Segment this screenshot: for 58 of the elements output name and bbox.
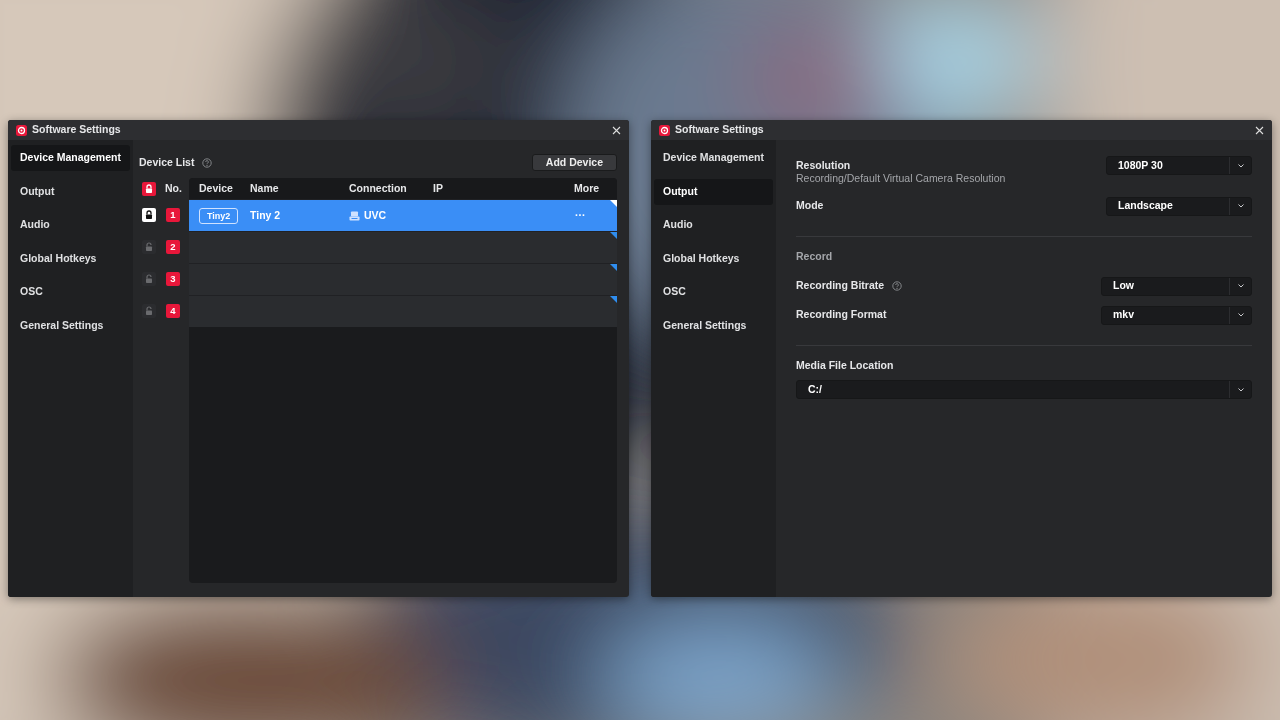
device-tag: Tiny2: [199, 207, 239, 224]
chevron-down-icon: [1236, 283, 1245, 289]
chevron-down-icon: [1236, 386, 1245, 393]
section-heading: Record: [796, 248, 834, 264]
number-badge: 3: [166, 272, 180, 286]
dropdown[interactable]: mkv: [1101, 305, 1252, 325]
chevron-down-icon: [1236, 162, 1245, 169]
section-title: Device List: [139, 154, 195, 170]
setting-label: Resolution: [796, 157, 851, 173]
chevron-down-icon: [1236, 312, 1245, 318]
close-icon[interactable]: [612, 125, 621, 135]
lock-icon[interactable]: [142, 181, 156, 196]
dropdown[interactable]: Low: [1101, 276, 1252, 296]
sidebar-item[interactable]: Device Management: [11, 145, 130, 171]
column-header: More: [574, 180, 601, 196]
window-title: Software Settings: [32, 122, 122, 138]
column-header: Device: [199, 180, 234, 196]
logo-icon: [16, 124, 27, 136]
sidebar-item[interactable]: Global Hotkeys: [11, 245, 130, 272]
corner-marker: [610, 296, 617, 303]
table-cell: Tiny 2: [250, 208, 281, 221]
window-title: Software Settings: [675, 122, 765, 138]
sidebar-item[interactable]: OSC: [654, 279, 773, 305]
setting-label: Recording Bitrate: [796, 278, 885, 294]
number-badge: 4: [166, 304, 180, 318]
sidebar-item[interactable]: General Settings: [11, 312, 130, 339]
column-header: Connection: [349, 180, 408, 196]
add-device-button[interactable]: Add Device: [531, 154, 617, 171]
sidebar-item[interactable]: Output: [11, 178, 130, 205]
corner-marker: [610, 264, 617, 271]
dropdown[interactable]: Landscape: [1106, 196, 1252, 216]
table-cell-text: UVC: [364, 207, 387, 223]
dropdown[interactable]: C:/: [796, 380, 1252, 400]
chevron-down-icon: [1236, 203, 1245, 210]
corner-marker: [610, 232, 617, 239]
sidebar-item[interactable]: Global Hotkeys: [654, 245, 773, 272]
setting-label: Mode: [796, 198, 824, 214]
column-header: No.: [165, 180, 182, 196]
lock-icon[interactable]: [142, 208, 156, 222]
number-badge: 2: [166, 240, 180, 254]
corner-marker: [610, 200, 617, 207]
sidebar-item[interactable]: Device Management: [654, 145, 773, 171]
number-badge: 1: [166, 208, 180, 222]
sidebar-item[interactable]: Audio: [654, 212, 773, 238]
sidebar-item[interactable]: Audio: [11, 212, 130, 238]
setting-label: Media File Location: [796, 357, 895, 373]
sidebar-item[interactable]: General Settings: [654, 312, 773, 339]
close-icon[interactable]: [1255, 125, 1264, 135]
setting-description: Recording/Default Virtual Camera Resolution: [796, 171, 1006, 186]
column-header: Name: [250, 180, 280, 196]
logo-icon: [659, 124, 670, 136]
setting-label: Recording Format: [796, 307, 887, 323]
dropdown[interactable]: 1080P 30: [1106, 156, 1252, 175]
connector-icon: [349, 210, 360, 221]
help-icon: [202, 157, 213, 168]
sidebar-item[interactable]: OSC: [11, 279, 130, 305]
column-header: IP: [433, 180, 444, 196]
sidebar-item[interactable]: Output: [654, 178, 773, 205]
